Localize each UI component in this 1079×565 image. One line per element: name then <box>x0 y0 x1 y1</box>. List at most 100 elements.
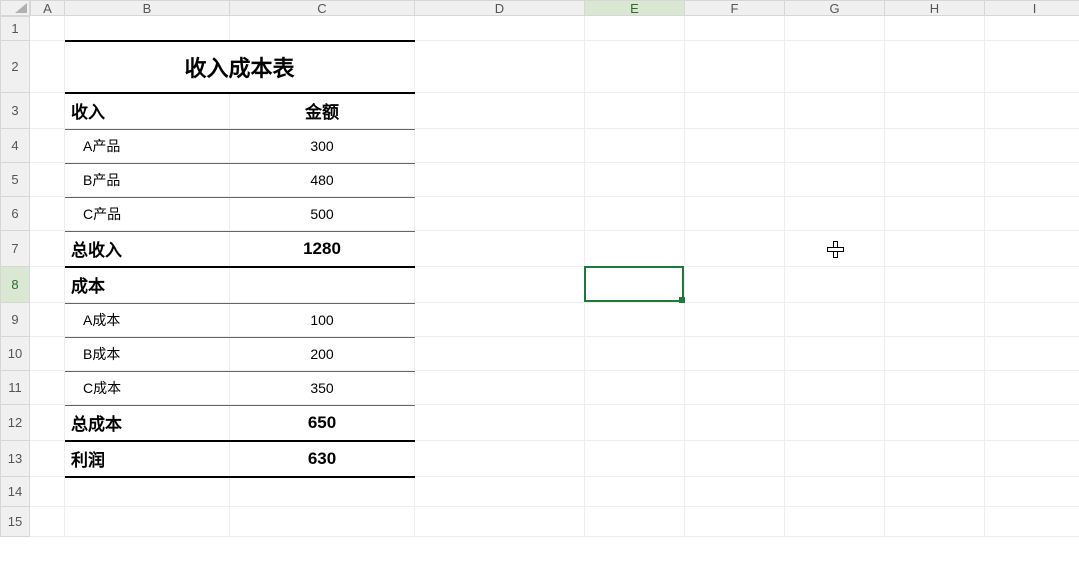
profit-value[interactable]: 630 <box>230 441 415 477</box>
cell-E11[interactable] <box>585 371 685 405</box>
profit-label[interactable]: 利润 <box>65 441 230 477</box>
column-header-C[interactable]: C <box>230 0 415 16</box>
cell-A15[interactable] <box>30 507 65 537</box>
cell-I1[interactable] <box>985 16 1079 41</box>
cell-C8[interactable] <box>230 267 415 303</box>
cell-I6[interactable] <box>985 197 1079 231</box>
cell-G13[interactable] <box>785 441 885 477</box>
cell-F3[interactable] <box>685 93 785 129</box>
cell-F8[interactable] <box>685 267 785 303</box>
cell-F9[interactable] <box>685 303 785 337</box>
cell-E6[interactable] <box>585 197 685 231</box>
row-header-15[interactable]: 15 <box>0 507 30 537</box>
row-header-11[interactable]: 11 <box>0 371 30 405</box>
row-header-9[interactable]: 9 <box>0 303 30 337</box>
item-name[interactable]: B成本 <box>65 337 230 371</box>
item-name[interactable]: B产品 <box>65 163 230 197</box>
cell-A3[interactable] <box>30 93 65 129</box>
row-header-10[interactable]: 10 <box>0 337 30 371</box>
column-header-H[interactable]: H <box>885 0 985 16</box>
cell-F7[interactable] <box>685 231 785 267</box>
cell-I11[interactable] <box>985 371 1079 405</box>
section-cost-label[interactable]: 成本 <box>65 267 230 303</box>
cell-D7[interactable] <box>415 231 585 267</box>
row-header-8[interactable]: 8 <box>0 267 30 303</box>
row-header-13[interactable]: 13 <box>0 441 30 477</box>
row-header-14[interactable]: 14 <box>0 477 30 507</box>
cell-D1[interactable] <box>415 16 585 41</box>
cell-G4[interactable] <box>785 129 885 163</box>
cell-D8[interactable] <box>415 267 585 303</box>
cell-G8[interactable] <box>785 267 885 303</box>
select-all-corner[interactable] <box>0 0 30 16</box>
cell-A8[interactable] <box>30 267 65 303</box>
row-header-5[interactable]: 5 <box>0 163 30 197</box>
cell-H4[interactable] <box>885 129 985 163</box>
column-header-G[interactable]: G <box>785 0 885 16</box>
cell-I5[interactable] <box>985 163 1079 197</box>
cell-E4[interactable] <box>585 129 685 163</box>
row-header-3[interactable]: 3 <box>0 93 30 129</box>
cell-H9[interactable] <box>885 303 985 337</box>
cell-A14[interactable] <box>30 477 65 507</box>
cell-C14[interactable] <box>230 477 415 507</box>
cell-F6[interactable] <box>685 197 785 231</box>
cell-H2[interactable] <box>885 41 985 93</box>
cell-H7[interactable] <box>885 231 985 267</box>
cell-E9[interactable] <box>585 303 685 337</box>
cell-I7[interactable] <box>985 231 1079 267</box>
cell-I4[interactable] <box>985 129 1079 163</box>
cell-C1[interactable] <box>230 16 415 41</box>
cell-A5[interactable] <box>30 163 65 197</box>
item-value[interactable]: 500 <box>230 197 415 231</box>
cell-I2[interactable] <box>985 41 1079 93</box>
cell-I15[interactable] <box>985 507 1079 537</box>
cell-D9[interactable] <box>415 303 585 337</box>
cell-E7[interactable] <box>585 231 685 267</box>
column-header-D[interactable]: D <box>415 0 585 16</box>
cell-A6[interactable] <box>30 197 65 231</box>
cell-G5[interactable] <box>785 163 885 197</box>
cell-G14[interactable] <box>785 477 885 507</box>
cell-H13[interactable] <box>885 441 985 477</box>
cell-E2[interactable] <box>585 41 685 93</box>
cell-A2[interactable] <box>30 41 65 93</box>
cell-D6[interactable] <box>415 197 585 231</box>
column-header-A[interactable]: A <box>30 0 65 16</box>
item-value[interactable]: 300 <box>230 129 415 163</box>
cell-I12[interactable] <box>985 405 1079 441</box>
cell-E5[interactable] <box>585 163 685 197</box>
cell-D14[interactable] <box>415 477 585 507</box>
cell-grid[interactable]: 收入成本表 收入 金额 A产品 300 B产品 480 C产品 500 总收入 <box>30 16 1079 537</box>
cell-E3[interactable] <box>585 93 685 129</box>
row-header-4[interactable]: 4 <box>0 129 30 163</box>
cell-D13[interactable] <box>415 441 585 477</box>
cell-A13[interactable] <box>30 441 65 477</box>
item-value[interactable]: 350 <box>230 371 415 405</box>
cell-F1[interactable] <box>685 16 785 41</box>
cell-E14[interactable] <box>585 477 685 507</box>
cell-H10[interactable] <box>885 337 985 371</box>
cell-H12[interactable] <box>885 405 985 441</box>
cell-B15[interactable] <box>65 507 230 537</box>
cell-H3[interactable] <box>885 93 985 129</box>
total-cost-label[interactable]: 总成本 <box>65 405 230 441</box>
cell-H1[interactable] <box>885 16 985 41</box>
cell-G2[interactable] <box>785 41 885 93</box>
cell-D5[interactable] <box>415 163 585 197</box>
cell-H11[interactable] <box>885 371 985 405</box>
row-header-1[interactable]: 1 <box>0 16 30 41</box>
total-income-value[interactable]: 1280 <box>230 231 415 267</box>
total-income-label[interactable]: 总收入 <box>65 231 230 267</box>
cell-H5[interactable] <box>885 163 985 197</box>
cell-E8[interactable] <box>585 267 685 303</box>
cell-I10[interactable] <box>985 337 1079 371</box>
section-income-label[interactable]: 收入 <box>65 93 230 129</box>
item-name[interactable]: A产品 <box>65 129 230 163</box>
cell-I13[interactable] <box>985 441 1079 477</box>
cell-I14[interactable] <box>985 477 1079 507</box>
cell-E15[interactable] <box>585 507 685 537</box>
cell-A1[interactable] <box>30 16 65 41</box>
cell-D15[interactable] <box>415 507 585 537</box>
cell-G15[interactable] <box>785 507 885 537</box>
